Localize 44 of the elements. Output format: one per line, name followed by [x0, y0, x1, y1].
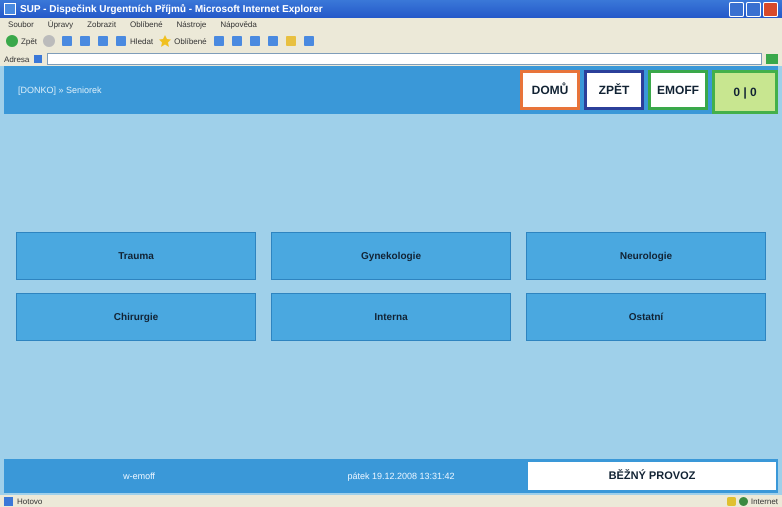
- address-field[interactable]: [47, 53, 762, 65]
- menu-item[interactable]: Úpravy: [48, 20, 74, 28]
- nav-button[interactable]: DOMŮ: [520, 70, 580, 110]
- menu-item[interactable]: Soubor: [8, 20, 34, 28]
- nav-button[interactable]: ZPĚT: [584, 70, 644, 110]
- date-time: pátek 19.12.2008 13:31:42: [346, 471, 456, 481]
- menu-item[interactable]: Zobrazit: [87, 20, 116, 28]
- status-text: Hotovo: [17, 496, 42, 506]
- page-button[interactable]: [302, 35, 315, 47]
- category-button[interactable]: Interna: [271, 293, 511, 341]
- favorites-button[interactable]: Oblíbené: [159, 35, 207, 47]
- page-title: [DONKO] » Seniorek: [17, 84, 103, 97]
- address-label: Adresa: [4, 54, 30, 64]
- page-button[interactable]: [212, 35, 225, 47]
- search-button[interactable]: Hledat: [115, 35, 154, 47]
- page-button[interactable]: [61, 35, 74, 47]
- category-button[interactable]: Gynekologie: [271, 232, 511, 280]
- nav-button[interactable]: EMOFF: [648, 70, 708, 110]
- page-button[interactable]: [230, 35, 243, 47]
- category-button[interactable]: Neurologie: [526, 232, 766, 280]
- page-button[interactable]: [97, 35, 110, 47]
- mode-indicator: BĚŽNÝ PROVOZ: [528, 462, 776, 490]
- maximize-button[interactable]: [746, 2, 761, 16]
- window-title: SUP - Dispečink Urgentních Příjmů - Microsoft Internet Explorer: [20, 4, 323, 14]
- counter-button[interactable]: 0 | 0: [712, 70, 778, 114]
- page-button[interactable]: [248, 35, 261, 47]
- menu-item[interactable]: Nástroje: [176, 20, 206, 28]
- menu-item[interactable]: Oblíbené: [130, 20, 163, 28]
- category-button[interactable]: Ostatní: [526, 293, 766, 341]
- star-icon: [159, 35, 172, 47]
- category-button[interactable]: Trauma: [16, 232, 256, 280]
- user-name: w-emoff: [122, 471, 156, 481]
- minimize-button[interactable]: [729, 2, 744, 16]
- page-button[interactable]: [266, 35, 279, 47]
- page-icon: [33, 54, 44, 64]
- browser-icon: [4, 3, 16, 15]
- zone-text: Internet: [750, 496, 778, 506]
- page-icon: [4, 496, 13, 506]
- category-button[interactable]: Chirurgie: [16, 293, 256, 341]
- menu-item[interactable]: Nápověda: [220, 20, 257, 28]
- forward-button[interactable]: [43, 35, 56, 47]
- close-button[interactable]: [763, 2, 778, 16]
- back-button[interactable]: Zpět: [6, 35, 38, 47]
- page-button[interactable]: [79, 35, 92, 47]
